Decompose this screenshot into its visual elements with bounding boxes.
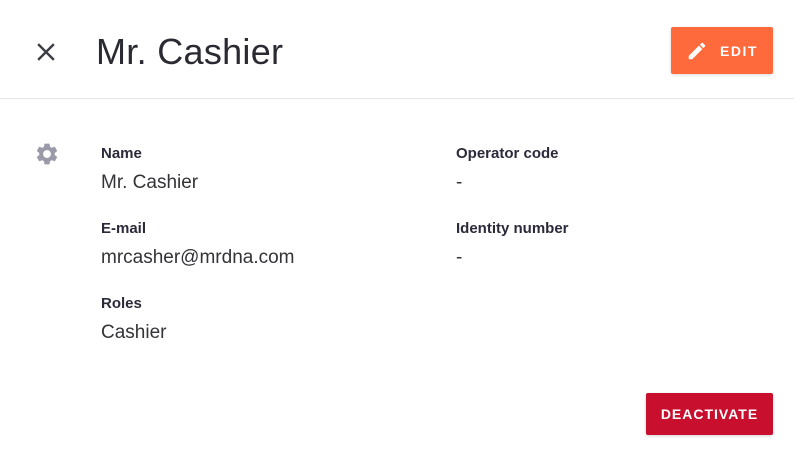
pencil-icon bbox=[686, 40, 708, 62]
email-value: mrcasher@mrdna.com bbox=[101, 247, 295, 268]
name-value: Mr. Cashier bbox=[101, 172, 199, 193]
user-detail-page: Mr. Cashier EDIT Name Mr. Cashier E-mail… bbox=[0, 0, 794, 458]
edit-button[interactable]: EDIT bbox=[671, 27, 773, 74]
roles-value: Cashier bbox=[101, 322, 167, 343]
operator-code-value: - bbox=[456, 172, 463, 193]
operator-code-field: Operator code - bbox=[456, 145, 559, 195]
header: Mr. Cashier EDIT bbox=[0, 0, 794, 99]
name-field: Name Mr. Cashier bbox=[101, 145, 198, 195]
close-button[interactable] bbox=[34, 40, 58, 64]
identity-number-field: Identity number - bbox=[456, 220, 569, 270]
email-label: E-mail bbox=[101, 220, 147, 237]
close-icon bbox=[37, 43, 55, 61]
name-label: Name bbox=[101, 145, 142, 162]
deactivate-button[interactable]: DEACTIVATE bbox=[646, 393, 773, 435]
identity-number-label: Identity number bbox=[456, 220, 569, 237]
gear-icon bbox=[34, 141, 60, 167]
email-field: E-mail mrcasher@mrdna.com bbox=[101, 220, 295, 270]
edit-button-label: EDIT bbox=[720, 42, 758, 59]
page-title: Mr. Cashier bbox=[96, 31, 284, 72]
operator-code-label: Operator code bbox=[456, 145, 559, 162]
roles-field: Roles Cashier bbox=[101, 295, 166, 345]
identity-number-value: - bbox=[456, 247, 463, 268]
roles-label: Roles bbox=[101, 295, 142, 312]
